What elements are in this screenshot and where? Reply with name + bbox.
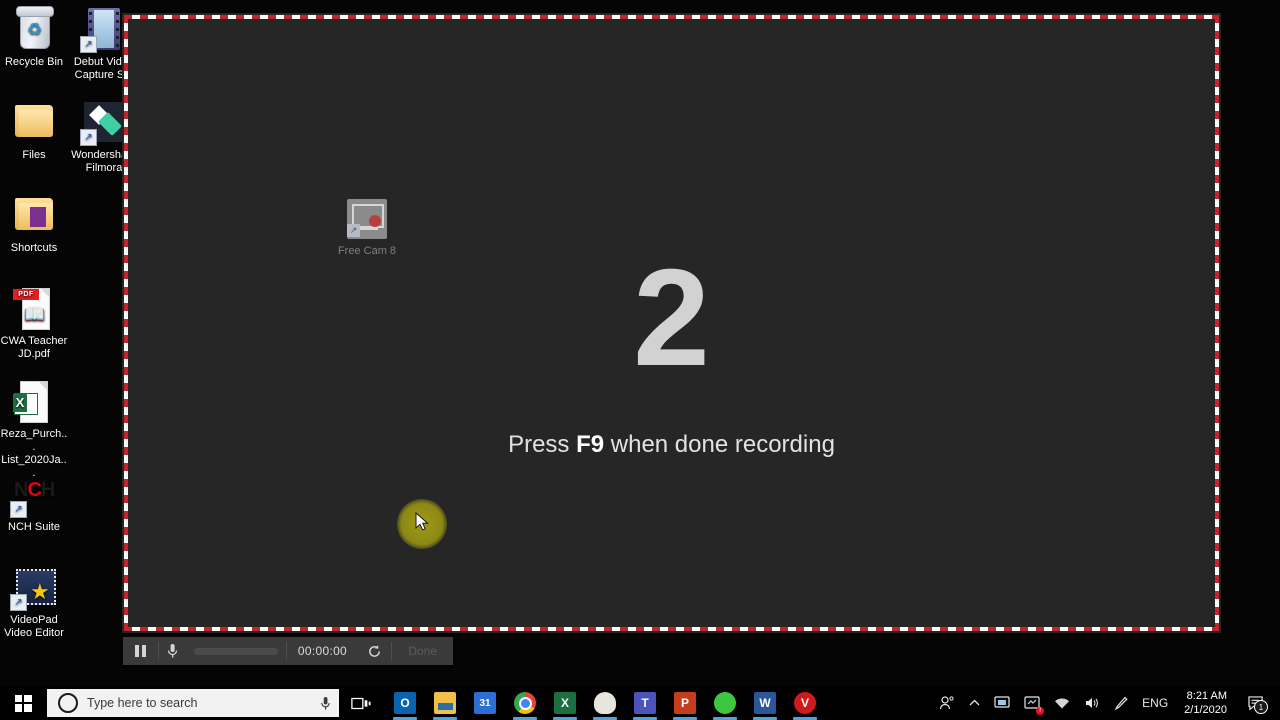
desktop-icon-label: VideoPad Video Editor [4,614,64,639]
search-placeholder: Type here to search [87,696,198,710]
powerpoint-icon: P [674,692,696,714]
taskbar-app-snipping-tool[interactable] [585,686,625,720]
taskbar-app-microsoft-teams[interactable]: T [625,686,665,720]
hint-suffix: when done recording [604,431,835,458]
excel-icon: X [554,692,576,714]
cortana-circle-icon [58,693,78,713]
notification-count: 1 [1254,700,1268,714]
onedrive-alert-icon[interactable]: ! [1017,686,1047,720]
desktop-icon-label: CWA Teacher JD.pdf [0,335,68,360]
taskbar-app-excel[interactable]: X [545,686,585,720]
wechat-icon [714,692,736,714]
shortcut-arrow-icon: ↗ [80,129,97,146]
pen-icon[interactable] [1107,686,1135,720]
desktop-icon-label: NCH Suite [8,521,60,533]
microphone-button[interactable] [159,637,187,665]
free-cam-shortcut-icon: ↗ [347,199,387,239]
desktop-icon-shortcuts[interactable]: Shortcuts [0,191,68,255]
shortcut-arrow-icon: ↗ [10,594,27,611]
show-hidden-icons-chevron[interactable] [962,686,987,720]
task-view-button[interactable] [339,686,383,720]
desktop-icon-reza-purchase-list[interactable]: X Reza_Purch... List_2020Ja... [0,377,68,480]
desktop-icon-label: Shortcuts [10,242,58,254]
people-icon[interactable] [932,686,962,720]
volume-track [194,647,279,655]
start-button[interactable] [0,686,46,720]
outlook-icon: O [394,692,416,714]
search-input[interactable]: Type here to search [47,689,339,717]
evernote-v-icon: V [794,692,816,714]
pdf-file-icon: PDF 📖 [10,284,58,332]
wondershare-filmora-icon: ↗ [80,98,128,146]
pinned-apps: O 31 X T P W V [385,686,825,720]
taskbar-app-word[interactable]: W [745,686,785,720]
folder-icon [10,191,58,239]
display-monitor-icon[interactable] [987,686,1017,720]
recording-timer: 00:00:00 [297,644,348,658]
recycle-bin-icon: ♻ [10,5,58,53]
snipping-tool-icon [594,692,616,714]
clock[interactable]: 8:21 AM 2/1/2020 [1175,686,1236,720]
chrome-icon [514,692,536,714]
desktop-icon-videopad-video-editor[interactable]: ★ ↗ VideoPad Video Editor [0,563,68,640]
file-explorer-icon [434,692,456,714]
volume-icon[interactable] [1077,686,1107,720]
folder-icon [10,98,58,146]
recording-control-bar: 00:00:00 Done [123,637,453,665]
desktop-icon-label: Recycle Bin [4,56,64,68]
shortcut-arrow-icon: ↗ [347,224,360,237]
mouse-cursor [415,512,429,531]
nch-suite-icon: NCH ↗ [10,470,58,518]
system-tray: ! ENG 8:21 AM 2/1/2020 1 [932,686,1280,720]
taskbar-app-evernote-v[interactable]: V [785,686,825,720]
desktop-icon-files[interactable]: Files [0,98,68,162]
language-indicator[interactable]: ENG [1135,686,1175,720]
volume-slider[interactable] [186,637,285,665]
taskbar-app-file-explorer[interactable] [425,686,465,720]
pause-icon [134,645,146,657]
desktop-icon-recycle-bin[interactable]: ♻ Recycle Bin [0,5,68,69]
clock-time: 8:21 AM [1186,690,1227,702]
wifi-icon[interactable] [1047,686,1077,720]
teams-icon: T [634,692,656,714]
excel-file-icon: X [10,377,58,425]
desktop-icon-cwa-teacher-jd-pdf[interactable]: PDF 📖 CWA Teacher JD.pdf [0,284,68,361]
shortcut-arrow-icon: ↗ [80,36,97,53]
hint-prefix: Press [508,431,577,458]
desktop-icon-nch-suite[interactable]: NCH ↗ NCH Suite [0,470,68,534]
taskbar-app-google-chrome[interactable] [505,686,545,720]
done-button[interactable]: Done [392,637,453,665]
desktop: ♻ Recycle Bin ↗ Debut Video Capture S... [0,0,1280,686]
microphone-icon [167,644,178,658]
recording-hint: Press F9 when done recording [122,431,1221,459]
windows-logo-icon [14,694,32,712]
cortana-microphone-icon[interactable] [311,696,339,711]
countdown-number: 2 [633,241,710,395]
screen-recording-region: ↗ Free Cam 8 2 Press F9 when done record… [122,13,1221,633]
taskbar-app-powerpoint[interactable]: P [665,686,705,720]
action-center-button[interactable]: 1 [1236,686,1276,720]
hint-key: F9 [576,431,605,458]
taskbar-app-wechat[interactable] [705,686,745,720]
debut-video-capture-icon: ↗ [80,5,128,53]
taskbar: Type here to search O 31 X T P W V ! ENG… [0,686,1280,720]
alert-badge: ! [1036,707,1045,715]
restart-button[interactable] [358,637,391,665]
task-view-icon [351,697,371,709]
taskbar-app-calendar[interactable]: 31 [465,686,505,720]
word-icon: W [754,692,776,714]
calendar-icon: 31 [474,692,496,714]
clock-date: 2/1/2020 [1184,704,1227,716]
pause-button[interactable] [123,637,158,665]
videopad-icon: ★ ↗ [10,563,58,611]
taskbar-app-outlook[interactable]: O [385,686,425,720]
restart-icon [369,644,381,657]
desktop-icon-label: Files [22,149,46,161]
shortcut-arrow-icon: ↗ [10,501,27,518]
